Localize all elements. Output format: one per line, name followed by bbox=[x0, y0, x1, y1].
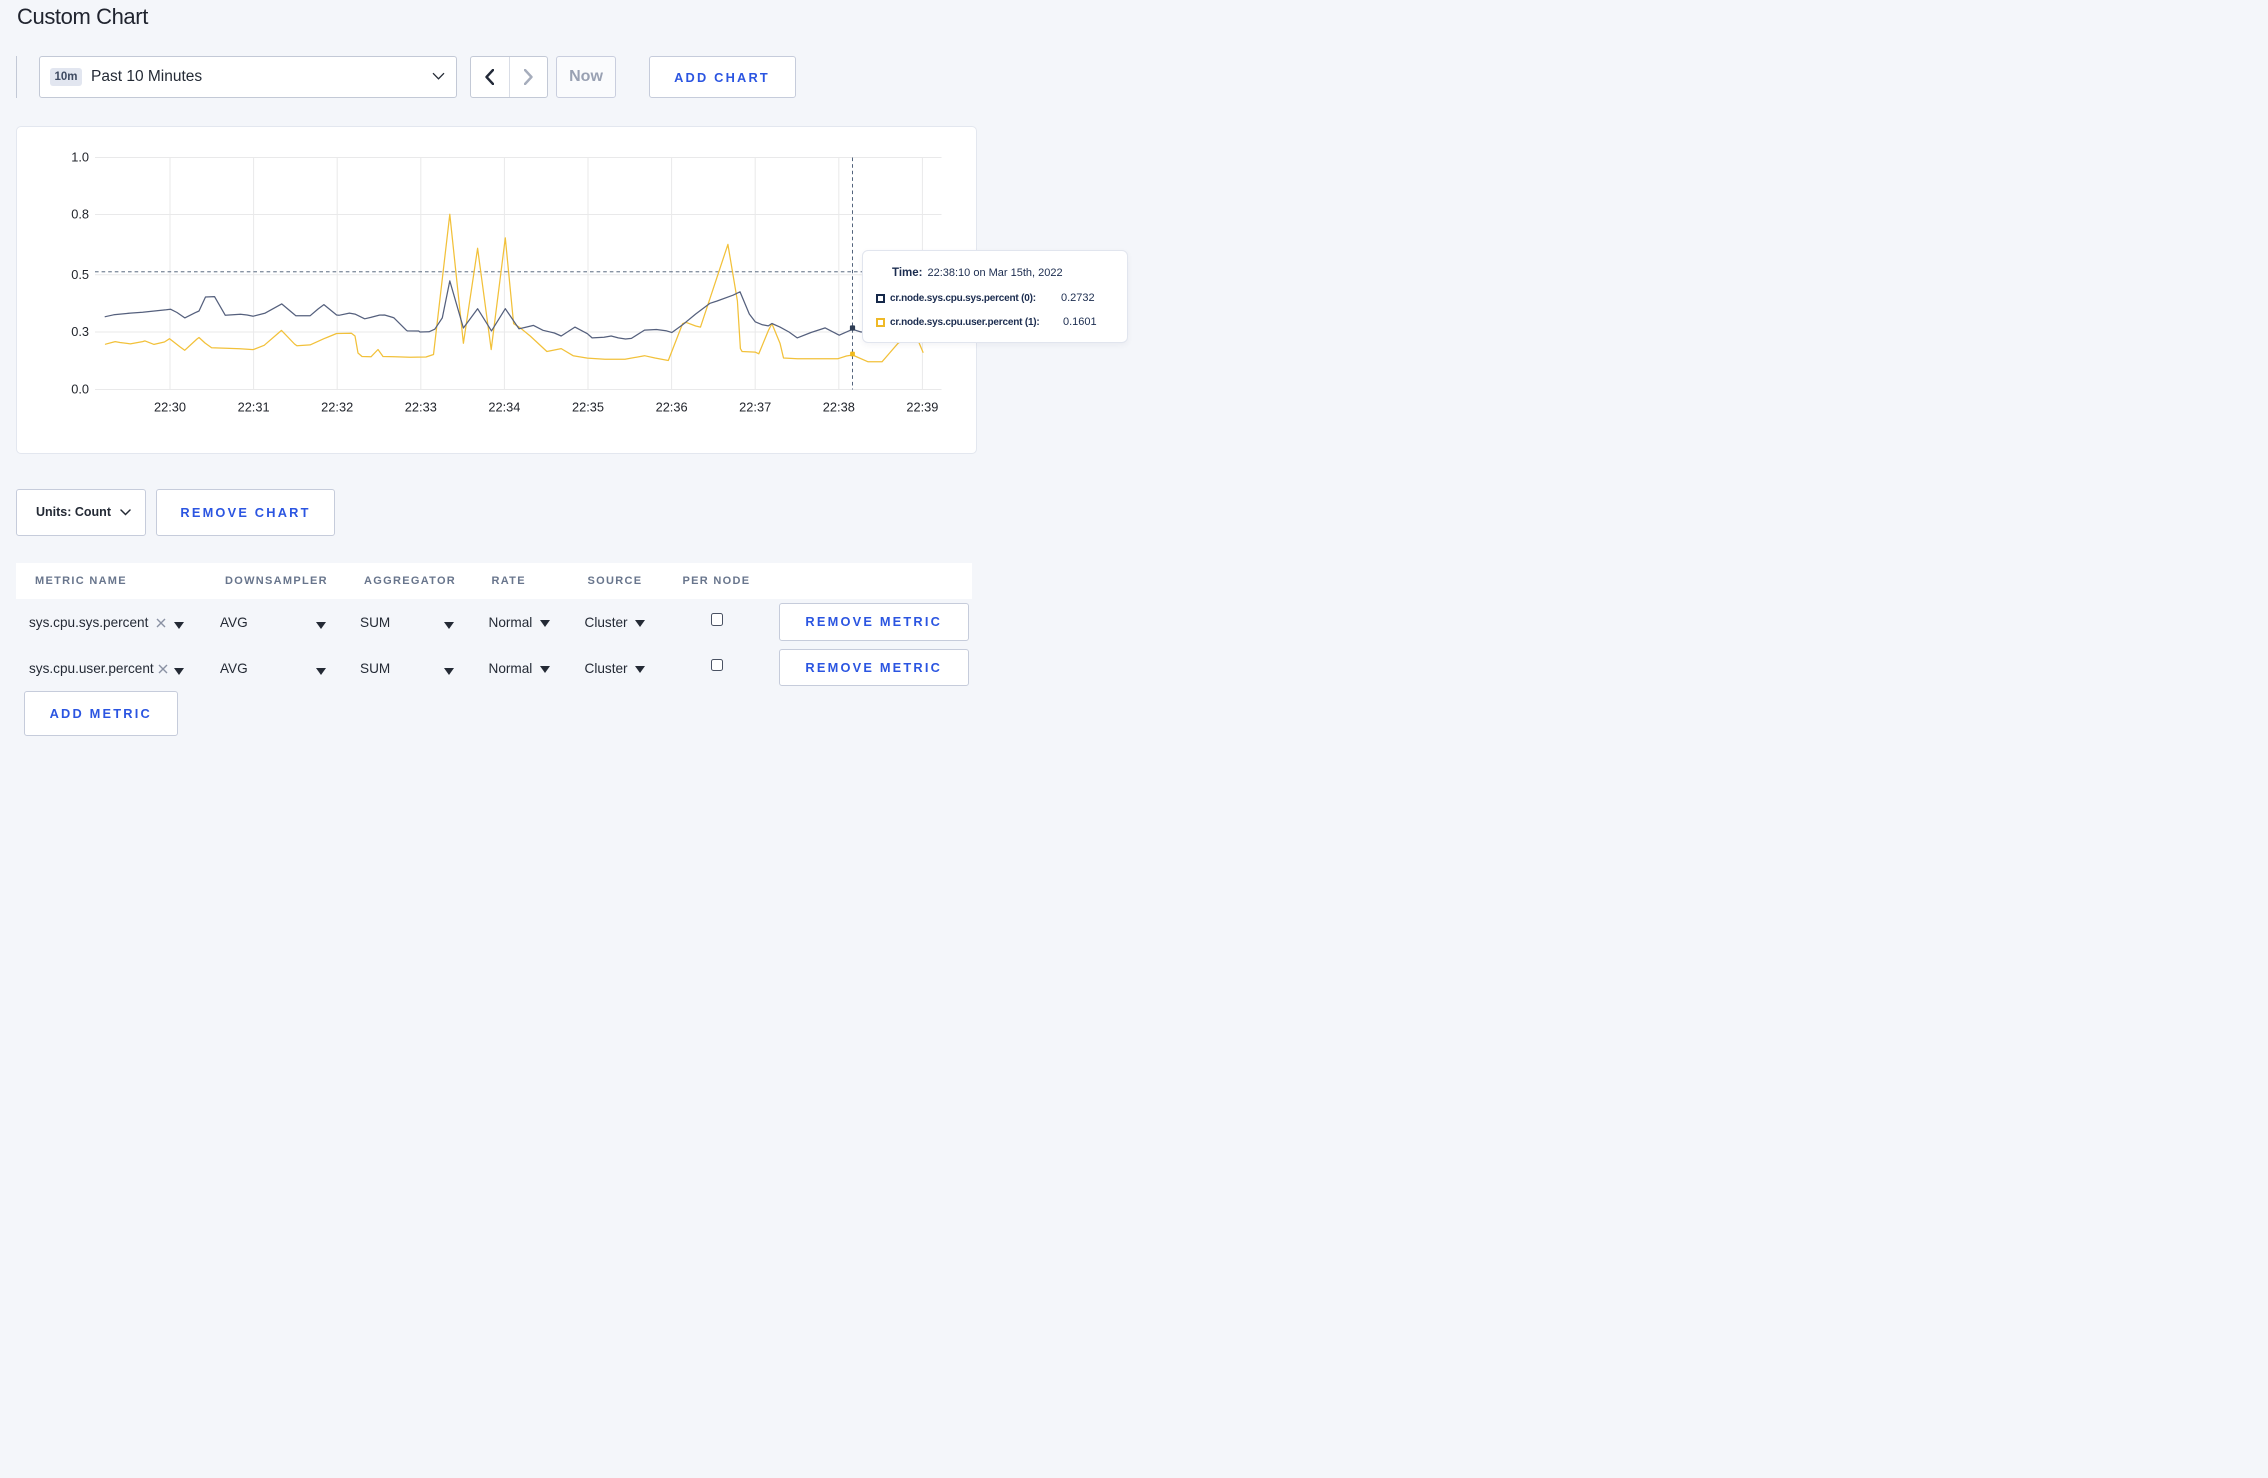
svg-text:22:39: 22:39 bbox=[906, 400, 938, 415]
svg-text:0.0: 0.0 bbox=[71, 382, 89, 397]
svg-text:22:33: 22:33 bbox=[405, 400, 437, 415]
svg-text:0.3: 0.3 bbox=[71, 324, 89, 339]
svg-text:22:31: 22:31 bbox=[238, 400, 270, 415]
svg-text:0.5: 0.5 bbox=[71, 267, 89, 282]
svg-text:22:37: 22:37 bbox=[739, 400, 771, 415]
svg-text:22:36: 22:36 bbox=[656, 400, 688, 415]
svg-text:22:34: 22:34 bbox=[488, 400, 520, 415]
svg-text:0.8: 0.8 bbox=[71, 207, 89, 222]
svg-text:22:38: 22:38 bbox=[823, 400, 855, 415]
svg-text:22:35: 22:35 bbox=[572, 400, 604, 415]
svg-text:22:30: 22:30 bbox=[154, 400, 186, 415]
svg-text:22:32: 22:32 bbox=[321, 400, 353, 415]
svg-text:1.0: 1.0 bbox=[71, 150, 89, 165]
